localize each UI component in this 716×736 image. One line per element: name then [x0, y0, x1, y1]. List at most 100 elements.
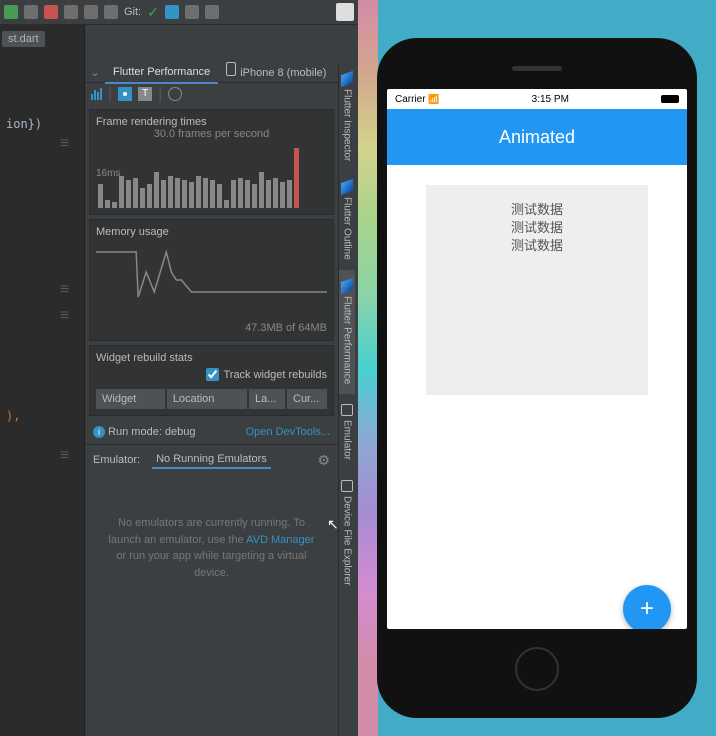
debug-icon[interactable]	[24, 5, 38, 19]
home-button[interactable]	[515, 647, 559, 691]
app-body: 测试数据 测试数据 测试数据 +	[387, 185, 687, 629]
rail-flutter-inspector[interactable]: Flutter Inspector	[339, 63, 355, 171]
avatar[interactable]	[336, 3, 354, 21]
frame-bar	[217, 184, 222, 208]
frame-bar	[119, 176, 124, 208]
frame-bar	[112, 202, 117, 208]
memory-box: Memory usage 47.3MB of 64MB	[89, 219, 334, 341]
git-label: Git:	[124, 6, 141, 18]
fold-icon[interactable]: ≡	[2, 131, 82, 157]
frame-bar	[266, 180, 271, 208]
flutter-icon	[341, 71, 353, 87]
avd-manager-link[interactable]: AVD Manager	[246, 534, 314, 546]
run-icon[interactable]	[4, 5, 18, 19]
fold-icon[interactable]: ≡	[2, 443, 82, 469]
memory-usage-label: 47.3MB of 64MB	[96, 322, 327, 334]
frame-bar	[168, 176, 173, 208]
emulator-tab[interactable]: No Running Emulators	[152, 451, 271, 469]
widget-rebuild-box: Widget rebuild stats Track widget rebuil…	[89, 345, 334, 416]
frame-bar	[140, 188, 145, 208]
emulator-header: Emulator: No Running Emulators ⚙	[85, 444, 338, 475]
fold-icon[interactable]: ≡	[2, 303, 82, 329]
frame-bar	[147, 184, 152, 208]
phone-speaker	[512, 66, 562, 71]
vcs-revert-icon[interactable]	[205, 5, 219, 19]
tab-flutter-performance[interactable]: Flutter Performance	[105, 62, 218, 84]
rail-flutter-performance[interactable]: Flutter Performance	[339, 270, 355, 394]
gear-icon[interactable]: ⚙	[317, 452, 330, 469]
emulator-label: Emulator:	[93, 454, 140, 466]
track-checkbox[interactable]	[206, 368, 219, 381]
widget-title: Widget rebuild stats	[96, 352, 327, 364]
rail-flutter-outline[interactable]: Flutter Outline	[339, 171, 355, 270]
frame-bar	[287, 180, 292, 208]
list-item: 测试数据	[426, 237, 648, 255]
phone-icon	[341, 404, 353, 416]
folder-icon	[341, 480, 353, 492]
vcs-update-icon[interactable]	[165, 5, 179, 19]
panel-header: ⌄ Flutter Performance iPhone 8 (mobile)	[85, 63, 338, 83]
collapse-icon[interactable]: ⌄	[85, 66, 105, 79]
frame-bar	[238, 178, 243, 208]
fab-add-button[interactable]: +	[623, 585, 671, 629]
track-toggle-row: Track widget rebuilds	[96, 364, 327, 385]
status-time: 3:15 PM	[532, 94, 569, 105]
app-title: Animated	[499, 127, 575, 148]
col-widget[interactable]: Widget	[96, 389, 165, 409]
bars-icon[interactable]	[91, 88, 102, 100]
frame-bar	[224, 200, 229, 208]
frame-bar	[105, 200, 110, 208]
rail-device-file-explorer[interactable]: Device File Explorer	[339, 470, 355, 595]
frame-bar	[154, 172, 159, 208]
frame-bar	[294, 148, 299, 208]
content-card: 测试数据 测试数据 测试数据	[426, 185, 648, 395]
emulator-empty-text: No emulators are currently running. To l…	[85, 475, 338, 621]
frame-bar-chart: 16ms	[96, 148, 327, 208]
threshold-label: 16ms	[96, 168, 120, 179]
frame-bar	[133, 178, 138, 208]
frame-bar	[196, 176, 201, 208]
run-mode-row: i Run mode: debug Open DevTools...	[85, 420, 338, 444]
open-devtools-link[interactable]: Open DevTools...	[246, 426, 330, 438]
frame-bar	[273, 178, 278, 208]
phone-icon	[226, 62, 236, 76]
col-cur[interactable]: Cur...	[287, 389, 327, 409]
file-tab[interactable]: st.dart	[2, 31, 45, 47]
wifi-icon	[428, 94, 439, 105]
flutter-icon	[341, 179, 353, 195]
fold-icon[interactable]: ≡	[2, 277, 82, 303]
col-la[interactable]: La...	[249, 389, 285, 409]
carrier-label: Carrier	[395, 94, 426, 105]
phone-frame: Carrier 3:15 PM Animated 测试数据 测试数据 测试数据 …	[377, 38, 697, 718]
restart-icon[interactable]	[84, 5, 98, 19]
frame-bar	[182, 180, 187, 208]
widget-table-header: Widget Location La... Cur...	[96, 389, 327, 409]
frame-bar	[189, 182, 194, 208]
device-selector[interactable]: iPhone 8 (mobile)	[218, 62, 334, 83]
frame-bar	[231, 180, 236, 208]
col-location[interactable]: Location	[167, 389, 247, 409]
stop-icon[interactable]	[44, 5, 58, 19]
frame-rendering-box: Frame rendering times 30.0 frames per se…	[89, 109, 334, 215]
frame-title: Frame rendering times	[96, 116, 327, 128]
text-icon[interactable]: T	[138, 87, 152, 101]
clock-icon[interactable]	[168, 87, 182, 101]
vcs-history-icon[interactable]	[185, 5, 199, 19]
memory-title: Memory usage	[96, 226, 327, 238]
frame-bar	[245, 180, 250, 208]
frame-bar	[175, 178, 180, 208]
frame-bar	[259, 172, 264, 208]
phone-screen: Carrier 3:15 PM Animated 测试数据 测试数据 测试数据 …	[387, 89, 687, 629]
list-item: 测试数据	[426, 219, 648, 237]
vcs-commit-icon[interactable]: ✓	[147, 4, 159, 21]
fps-label: 30.0 frames per second	[96, 128, 327, 140]
frame-bar	[280, 182, 285, 208]
attach-icon[interactable]	[64, 5, 78, 19]
profile-icon[interactable]	[104, 5, 118, 19]
ide-panel: Git: ✓ st.dart ion}) ≡ ≡ ≡ ), ≡ ⌄ Flutte…	[0, 0, 358, 736]
rail-emulator[interactable]: Emulator	[339, 394, 355, 470]
ios-simulator-area: Carrier 3:15 PM Animated 测试数据 测试数据 测试数据 …	[358, 0, 716, 736]
overlay-icon[interactable]	[118, 87, 132, 101]
list-item: 测试数据	[426, 201, 648, 219]
code-fragment: ion})	[2, 57, 82, 131]
